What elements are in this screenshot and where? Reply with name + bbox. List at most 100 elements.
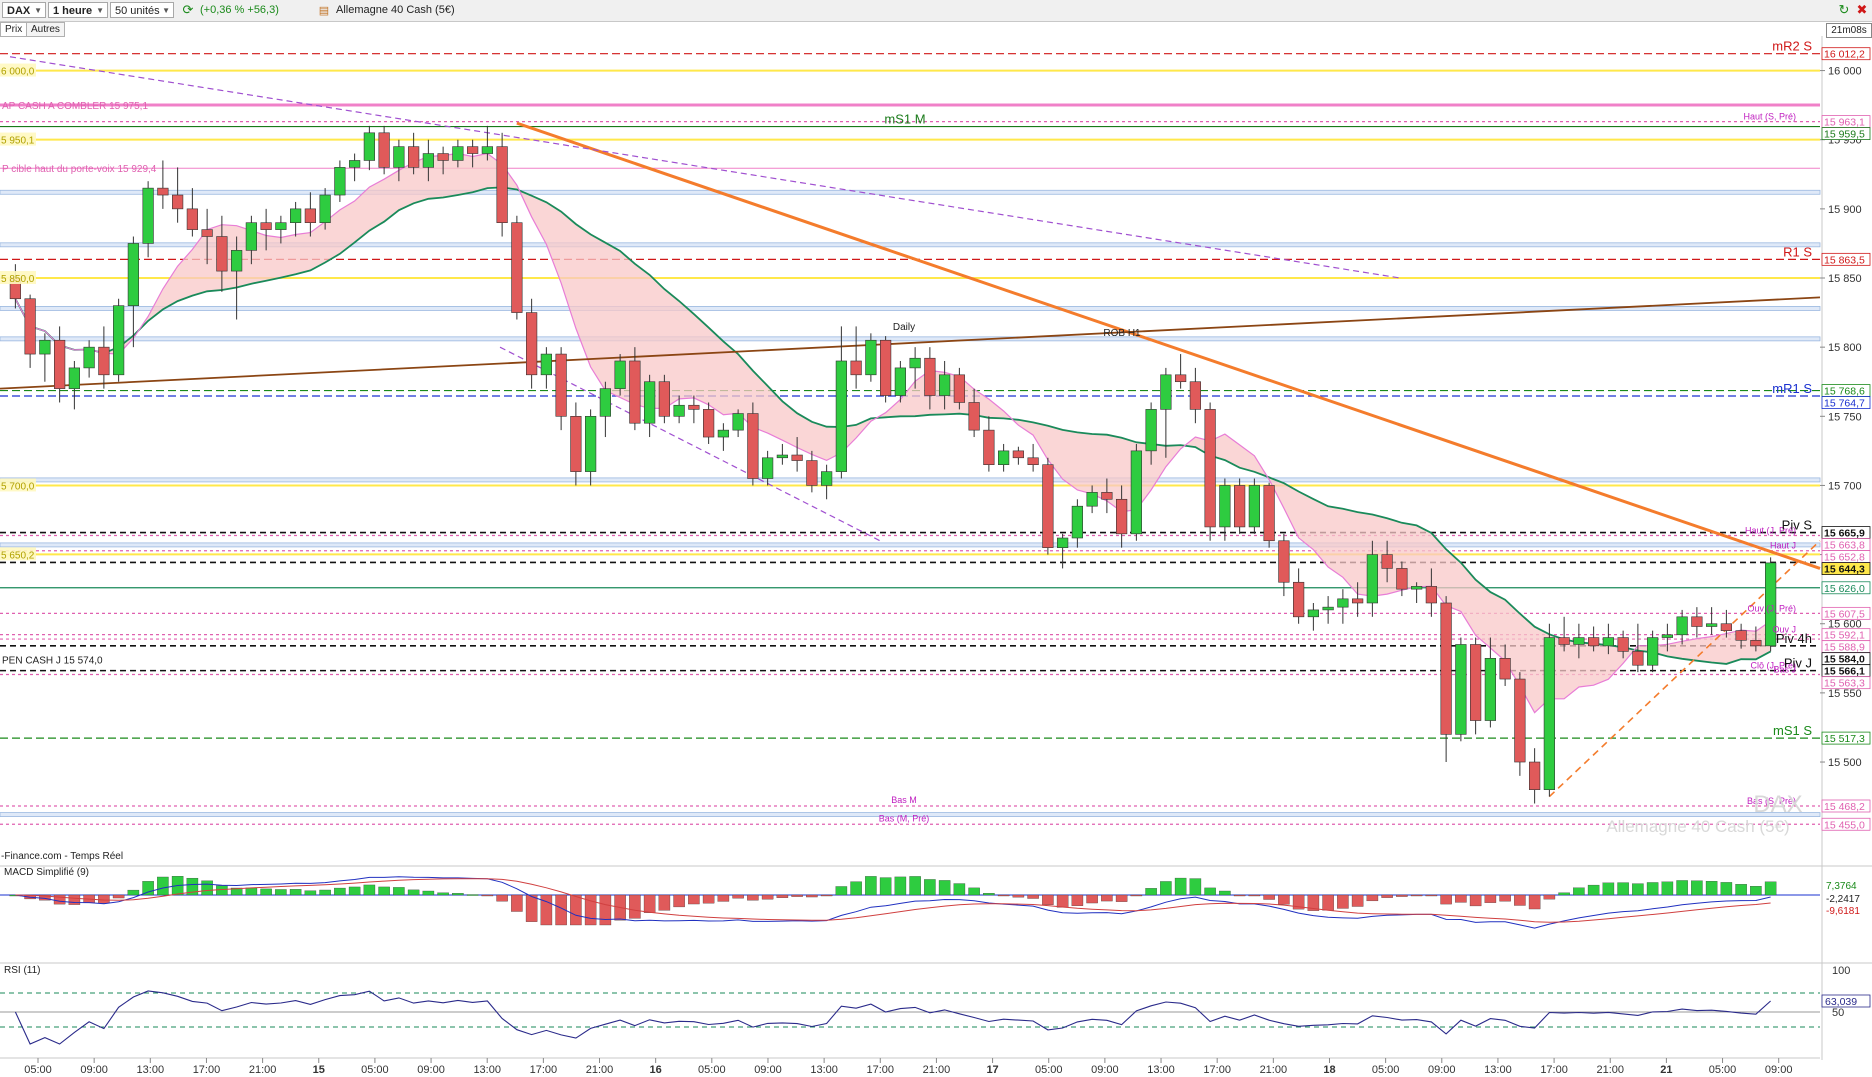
candle-body — [1396, 568, 1408, 590]
close-icon[interactable]: ✖ — [1854, 2, 1870, 18]
candle-body — [24, 298, 36, 355]
macd-histogram-bar — [1484, 894, 1497, 903]
candle-body — [127, 243, 139, 306]
candle-body — [378, 132, 390, 168]
macd-histogram-bar — [1661, 881, 1674, 896]
candle-body — [658, 381, 670, 417]
units-select[interactable]: 50 unités ▼ — [110, 2, 174, 18]
price-tick-label: 15 750 — [1828, 411, 1862, 423]
refresh-icon[interactable]: ⟳ — [180, 2, 196, 18]
macd-histogram-bar — [1764, 881, 1777, 896]
tab-autres[interactable]: Autres — [26, 22, 65, 37]
level-value-label: 15 663,8 — [1824, 540, 1865, 552]
level-value-label: 15 963,1 — [1824, 117, 1865, 129]
time-tick-label: 09:00 — [754, 1064, 782, 1076]
macd-histogram-bar — [378, 886, 390, 896]
macd-histogram-bar — [245, 887, 258, 896]
macd-histogram-bar — [1351, 894, 1364, 907]
macd-histogram-bar — [98, 894, 110, 904]
price-chart[interactable]: AP CASH A COMBLER 15 975,1 P cible haut d… — [0, 0, 1872, 1077]
macd-histogram-bar — [1381, 894, 1393, 898]
macd-histogram-bar — [1558, 892, 1570, 896]
blue-zone-line — [0, 477, 1821, 483]
candle-body — [1352, 598, 1364, 604]
chart-type-icon[interactable]: ▤ — [316, 3, 332, 19]
annotation-label: P cible haut du porte-voix 15 929,4 — [2, 164, 157, 175]
level-value-label: 15 626,0 — [1824, 583, 1865, 595]
candle-body — [762, 457, 774, 479]
macd-histogram-bar — [201, 880, 213, 896]
candle-body — [467, 146, 479, 154]
macd-histogram-bar — [820, 894, 833, 897]
level-value-label: 15 563,3 — [1824, 678, 1865, 690]
macd-histogram-bar — [1012, 894, 1025, 898]
candle-body — [290, 208, 302, 223]
level-value-label: 15 644,3 — [1824, 564, 1865, 576]
time-tick-label: 13:00 — [1147, 1064, 1175, 1076]
time-tick-label: 17:00 — [1540, 1064, 1568, 1076]
macd-value-label: 7,3764 — [1826, 881, 1857, 892]
macd-histogram-bar — [540, 894, 553, 926]
macd-histogram-bar — [1396, 894, 1408, 897]
level-value-label: 15 665,9 — [1824, 528, 1865, 540]
candle-body — [1558, 637, 1570, 645]
macd-histogram-bar — [1056, 894, 1069, 908]
candle-body — [644, 381, 656, 424]
macd-histogram-bar — [1233, 894, 1246, 897]
candle-body — [821, 471, 833, 486]
macd-histogram-bar — [1528, 894, 1541, 910]
candle-body — [1455, 644, 1467, 735]
chevron-down-icon: ▼ — [34, 6, 42, 15]
time-tick-label: 17:00 — [530, 1064, 558, 1076]
candle-body — [437, 153, 449, 161]
candle-body — [1647, 637, 1659, 666]
candle-body — [275, 222, 287, 230]
macd-histogram-bar — [702, 894, 715, 904]
price-change: (+0,36 % +56,3) — [200, 4, 279, 16]
macd-histogram-bar — [1587, 884, 1600, 896]
tab-prix[interactable]: Prix — [0, 22, 28, 37]
blue-zone-line — [0, 542, 1821, 548]
level-value-label: 15 768,6 — [1824, 386, 1865, 398]
time-tick-label: 13:00 — [810, 1064, 838, 1076]
macd-histogram-bar — [1543, 894, 1556, 900]
macd-histogram-bar — [791, 894, 803, 897]
candle-body — [1027, 457, 1039, 466]
time-tick-label: 21:00 — [923, 1064, 951, 1076]
countdown-value: 21m08s — [1831, 25, 1867, 36]
price-tick-label: 15 700 — [1828, 480, 1862, 492]
level-value-label: 15 455,0 — [1824, 819, 1865, 831]
candle-body — [1116, 498, 1128, 535]
time-tick-label: 18 — [1323, 1064, 1335, 1076]
candle-body — [334, 167, 346, 196]
candle-body — [673, 404, 685, 417]
candle-body — [481, 146, 493, 154]
time-tick-label: 21:00 — [249, 1064, 277, 1076]
candle-body — [1160, 374, 1172, 410]
candle-body — [260, 222, 272, 230]
symbol-select[interactable]: DAX ▼ — [2, 2, 46, 18]
macd-histogram-bar — [289, 889, 302, 896]
candle-body — [1307, 609, 1319, 618]
candle-body — [1676, 616, 1688, 636]
macd-histogram-bar — [1189, 878, 1202, 896]
macd-histogram-bar — [983, 893, 995, 896]
macd-histogram-bar — [393, 887, 405, 896]
candle-body — [1499, 658, 1511, 680]
macd-histogram-bar — [1219, 890, 1231, 896]
macd-histogram-bar — [1174, 877, 1187, 896]
candle-body — [717, 429, 729, 438]
timeframe-select[interactable]: 1 heure ▼ — [48, 2, 108, 18]
candle-body — [1529, 761, 1541, 790]
macd-histogram-bar — [481, 894, 494, 897]
candle-body — [363, 132, 375, 161]
time-tick-label: 15 — [313, 1064, 325, 1076]
time-tick-label: 13:00 — [137, 1064, 165, 1076]
candle-body — [157, 187, 169, 196]
left-level-label: 5 950,1 — [1, 136, 35, 147]
alert-icon[interactable]: ↻ — [1836, 2, 1852, 18]
time-tick-label: 05:00 — [1035, 1064, 1063, 1076]
macd-histogram-bar — [511, 894, 523, 912]
macd-histogram-bar — [1691, 880, 1703, 896]
left-level-label: 6 000,0 — [1, 67, 35, 78]
